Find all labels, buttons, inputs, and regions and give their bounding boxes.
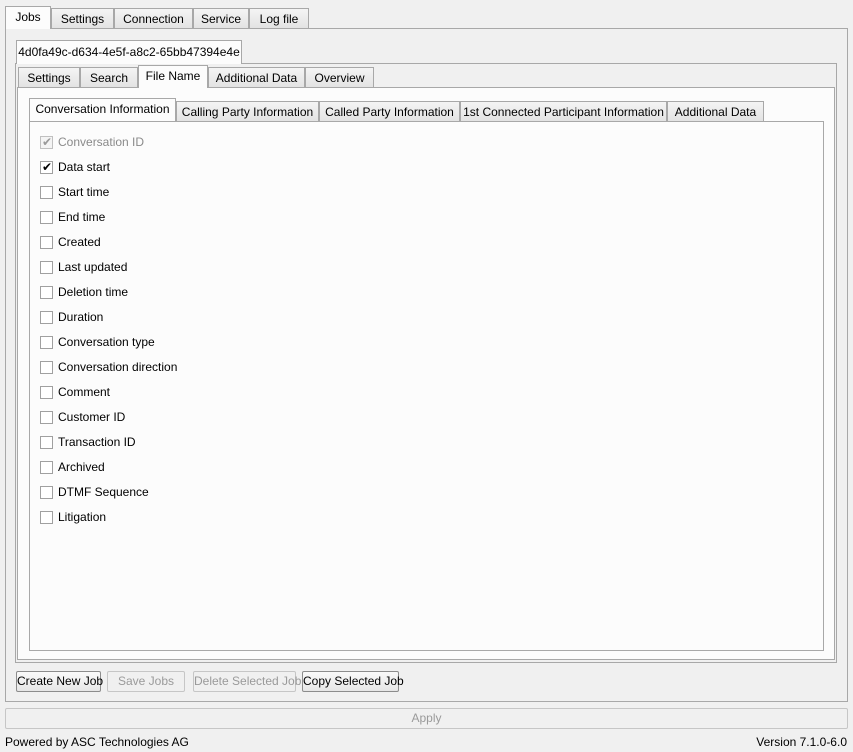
tab-job-overview[interactable]: Overview [305,67,374,88]
checkbox-label: Conversation ID [58,135,145,149]
checkbox[interactable] [40,360,53,374]
field-archived[interactable]: Archived [40,459,105,475]
checkbox[interactable] [40,185,53,199]
checkbox[interactable] [40,235,53,249]
field-created[interactable]: Created [40,234,101,250]
checkbox[interactable] [40,210,53,224]
checkbox-label: Conversation type [58,335,155,349]
field-customer-id[interactable]: Customer ID [40,409,125,425]
version-text: Version 7.1.0-6.0 [756,735,847,749]
tab-job-id[interactable]: 4d0fa49c-d634-4e5f-a8c2-65bb47394e4e [16,40,242,64]
checkbox[interactable] [40,160,53,174]
tab-jobs[interactable]: Jobs [5,6,51,29]
field-deletion-time[interactable]: Deletion time [40,284,128,300]
tab-log-file[interactable]: Log file [249,8,309,29]
tab-called-party-information[interactable]: Called Party Information [319,101,460,122]
field-duration[interactable]: Duration [40,309,103,325]
checkbox-label: Duration [58,310,104,324]
create-new-job-button[interactable]: Create New Job [16,671,103,692]
tab-service[interactable]: Service [193,8,249,29]
checkbox-label: Deletion time [58,285,129,299]
checkbox[interactable] [40,410,53,424]
apply-button[interactable]: Apply [5,708,848,729]
checkbox-label: Conversation direction [58,360,178,374]
tab-job-settings[interactable]: Settings [18,67,80,88]
field-transaction-id[interactable]: Transaction ID [40,434,136,450]
checkbox[interactable] [40,460,53,474]
tab-job-search[interactable]: Search [80,67,138,88]
checkbox-label: Litigation [58,510,107,524]
checkbox-label: Start time [58,185,110,199]
checkbox-label: Data start [58,160,111,174]
checkbox-label: Comment [58,385,111,399]
field-dtmf-sequence[interactable]: DTMF Sequence [40,484,149,500]
copy-selected-job-button[interactable]: Copy Selected Job [302,671,404,692]
field-conversation-direction[interactable]: Conversation direction [40,359,177,375]
tab-job-additional-data[interactable]: Additional Data [208,67,305,88]
tab-job-file-name[interactable]: File Name [138,65,208,88]
checkbox[interactable] [40,385,53,399]
save-jobs-button[interactable]: Save Jobs [107,671,185,692]
checkbox-label: End time [58,210,106,224]
field-end-time[interactable]: End time [40,209,105,225]
tab-additional-data[interactable]: Additional Data [667,101,764,122]
field-start-time[interactable]: Start time [40,184,109,200]
checkbox[interactable] [40,285,53,299]
checkbox[interactable] [40,260,53,274]
checkbox[interactable] [40,335,53,349]
conversation-information-panel [29,121,824,651]
tab-calling-party-information[interactable]: Calling Party Information [176,101,319,122]
checkbox-label: Customer ID [58,410,126,424]
checkbox-label: DTMF Sequence [58,485,149,499]
checkbox-label: Archived [58,460,105,474]
checkbox-label: Transaction ID [58,435,136,449]
field-conversation-type[interactable]: Conversation type [40,334,155,350]
field-data-start[interactable]: Data start [40,159,110,175]
tab-connection[interactable]: Connection [114,8,193,29]
checkbox[interactable] [40,485,53,499]
tab-conversation-information[interactable]: Conversation Information [29,98,176,121]
field-litigation[interactable]: Litigation [40,509,106,525]
checkbox-label: Created [58,235,101,249]
field-conversation-id[interactable]: Conversation ID [40,134,144,150]
checkbox[interactable] [40,135,53,149]
powered-by-text: Powered by ASC Technologies AG [5,735,189,749]
tab-1st-connected-participant-information[interactable]: 1st Connected Participant Information [460,101,667,122]
field-last-updated[interactable]: Last updated [40,259,127,275]
checkbox[interactable] [40,435,53,449]
checkbox[interactable] [40,510,53,524]
checkbox[interactable] [40,310,53,324]
delete-selected-job-button[interactable]: Delete Selected Job [193,671,301,692]
tab-settings[interactable]: Settings [51,8,114,29]
checkbox-label: Last updated [58,260,128,274]
field-comment[interactable]: Comment [40,384,110,400]
